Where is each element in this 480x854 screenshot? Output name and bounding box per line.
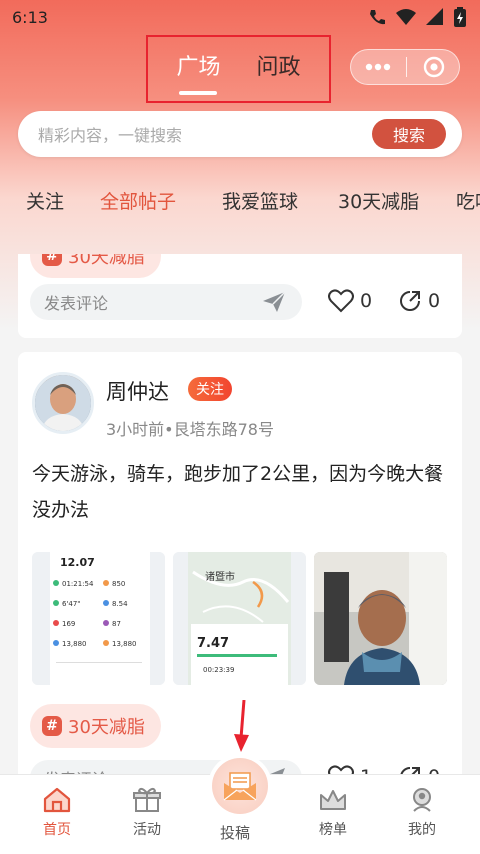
send-icon[interactable] [262,291,286,313]
category-follow[interactable]: 关注 [26,179,64,222]
signal-icon [426,8,443,25]
nav-home[interactable]: 首页 [22,787,92,839]
post-image-selfie[interactable] [314,552,447,685]
tab-politics-label: 问政 [256,55,301,80]
topic-tag[interactable]: # 30天减脂 [30,254,161,278]
nav-ranking-label: 榜单 [319,822,347,838]
map-screenshot: 诸暨市 7.47 00:23:39 [173,552,306,685]
gym-selfie [314,552,447,685]
heart-icon [328,289,354,313]
search-input[interactable]: 精彩内容，一键搜索 [38,122,182,146]
category-eat-drink[interactable]: 吃喝 [456,179,480,222]
annotation-arrow [234,700,249,752]
tab-plaza-label: 广场 [176,55,221,80]
nav-submit[interactable] [212,758,268,814]
category-basketball-label: 我爱篮球 [222,190,299,213]
post-meta: 3小时前•艮塔东路78号 [106,420,274,439]
post-topic-tag-label: 30天减脂 [68,717,145,738]
category-fat-loss-label: 30天减脂 [338,190,420,213]
nav-mine[interactable]: 我的 [387,787,457,839]
stat-speed: 8.54 [112,600,128,608]
nav-activity-label: 活动 [133,822,161,838]
stat-calories: 850 [112,580,125,588]
avatar-photo [35,375,91,431]
home-icon [43,787,71,813]
comment-placeholder: 发表评论 [44,294,109,313]
like-button[interactable]: 0 [328,289,372,313]
map-city: 诸暨市 [205,570,235,583]
category-all-posts-label: 全部帖子 [100,190,177,213]
wifi-icon [396,9,416,25]
map-time: 00:23:39 [203,666,234,674]
nav-home-label: 首页 [43,822,71,838]
topic-tag-label: 30天减脂 [68,254,145,268]
share-icon [400,291,420,311]
search-button[interactable]: 搜索 [372,119,446,149]
post-card-previous: # 30天减脂 发表评论 0 0 [18,254,462,338]
share-count: 0 [428,290,441,312]
post-image-stats[interactable]: 12.07 01:21:54 850 6'47" 8.54 169 87 13,… [32,552,165,685]
avatar[interactable] [32,372,94,434]
category-fat-loss[interactable]: 30天减脂 [338,179,419,222]
follow-button[interactable]: 关注 [188,377,232,401]
hash-icon: # [42,254,62,266]
envelope-icon [223,772,257,801]
like-count: 0 [360,290,373,312]
tab-politics[interactable]: 问政 [257,49,301,89]
stat-pace: 6'47" [62,600,81,608]
stat-duration: 01:21:54 [62,580,94,588]
top-tabs-highlight: 广场 问政 [146,35,331,103]
share-button[interactable]: 0 [398,289,440,313]
category-follow-label: 关注 [26,190,65,213]
status-time: 6:13 [12,7,48,27]
tab-plaza[interactable]: 广场 [176,49,221,95]
close-miniprogram-icon[interactable] [423,56,445,78]
nav-submit-label: 投稿 [220,824,251,842]
category-eat-drink-label: 吃喝 [456,190,480,213]
crown-icon [320,790,346,810]
stat-heart-rate: 169 [62,620,75,628]
map-distance: 7.47 [197,636,229,651]
more-icon[interactable] [365,63,391,71]
battery-icon [454,7,466,27]
status-icons [368,7,466,27]
category-tabs: 关注 全部帖子 我爱篮球 30天减脂 吃喝 [0,178,480,222]
stat-stride: 13,880 [112,640,137,648]
comment-input[interactable]: 发表评论 [30,284,302,320]
nav-activity[interactable]: 活动 [112,787,182,839]
nav-mine-label: 我的 [408,822,436,838]
hash-icon: # [42,716,62,736]
user-icon [413,788,431,812]
miniprogram-capsule [350,49,460,85]
category-basketball[interactable]: 我爱篮球 [222,179,298,222]
stats-screenshot: 12.07 01:21:54 850 6'47" 8.54 169 87 13,… [32,552,165,685]
post-topic-tag[interactable]: # 30天减脂 [30,704,161,748]
category-all-posts[interactable]: 全部帖子 [100,179,176,222]
post-image-map[interactable]: 诸暨市 7.47 00:23:39 [173,552,306,685]
status-bar: 6:13 [0,0,480,34]
wifi-call-icon [370,10,385,25]
stat-cadence: 87 [112,620,121,628]
author-name[interactable]: 周仲达 [106,376,169,406]
tab-active-indicator [179,91,218,95]
search-bar[interactable]: 精彩内容，一键搜索 搜索 [18,111,462,157]
nav-ranking[interactable]: 榜单 [298,787,368,839]
stat-distance: 12.07 [60,556,95,569]
post-text[interactable]: 今天游泳，骑车，跑步加了2公里，因为今晚大餐没办法 [32,456,450,528]
stat-steps: 13,880 [62,640,87,648]
capsule-divider [406,57,408,77]
gift-icon [133,787,161,812]
